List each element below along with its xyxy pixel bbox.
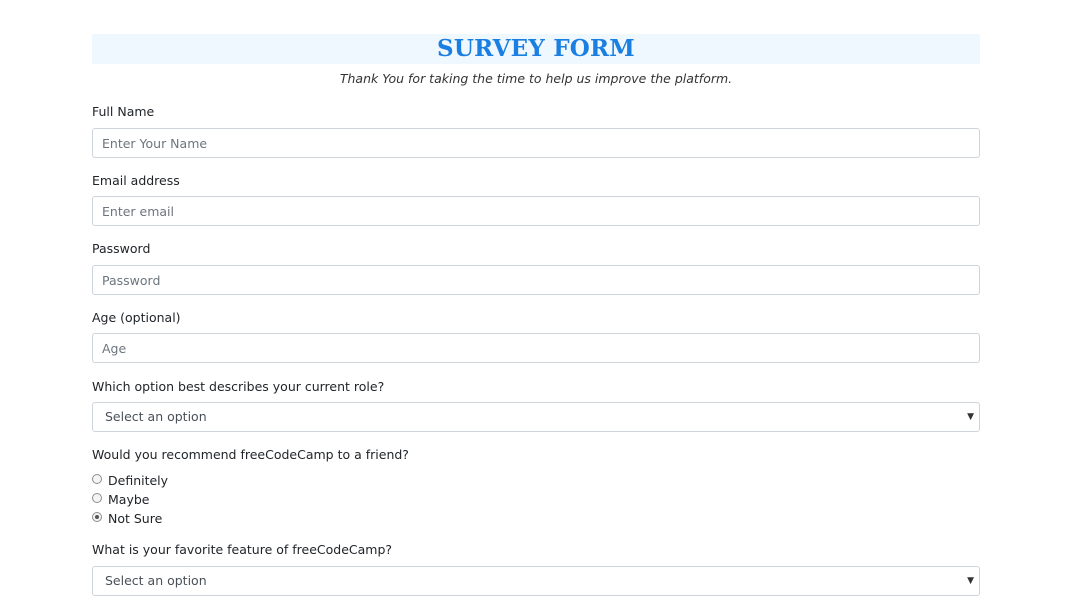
radio-label: Maybe (108, 492, 150, 507)
chevron-down-icon: ▼ (967, 576, 974, 586)
radio-option-maybe[interactable]: Maybe (92, 490, 168, 509)
name-input[interactable] (92, 128, 980, 158)
radio-button[interactable] (92, 492, 102, 503)
role-label: Which option best describes your current… (92, 379, 385, 394)
page-title: SURVEY FORM (437, 35, 635, 62)
recommend-radio-group: Definitely Maybe Not Sure (92, 471, 168, 528)
feature-select[interactable]: Select an option ▼ (92, 566, 980, 596)
radio-option-not-sure[interactable]: Not Sure (92, 509, 168, 528)
role-select-value: Select an option (105, 409, 207, 424)
radio-label: Definitely (108, 473, 169, 488)
email-input[interactable] (92, 196, 980, 226)
password-input[interactable] (92, 265, 980, 295)
radio-button-checked[interactable] (92, 511, 102, 522)
radio-button[interactable] (92, 473, 102, 484)
radio-option-definitely[interactable]: Definitely (92, 471, 168, 490)
chevron-down-icon: ▼ (967, 412, 974, 422)
password-label: Password (92, 241, 151, 256)
feature-label: What is your favorite feature of freeCod… (92, 542, 393, 557)
page-subtitle: Thank You for taking the time to help us… (339, 71, 733, 86)
recommend-label: Would you recommend freeCodeCamp to a fr… (92, 447, 409, 462)
role-select[interactable]: Select an option ▼ (92, 402, 980, 432)
feature-select-value: Select an option (105, 573, 207, 588)
title-bar: SURVEY FORM (92, 34, 980, 64)
name-label: Full Name (92, 104, 155, 119)
radio-label: Not Sure (108, 511, 163, 526)
age-input[interactable] (92, 333, 980, 363)
email-label: Email address (92, 173, 180, 188)
age-label: Age (optional) (92, 310, 181, 325)
